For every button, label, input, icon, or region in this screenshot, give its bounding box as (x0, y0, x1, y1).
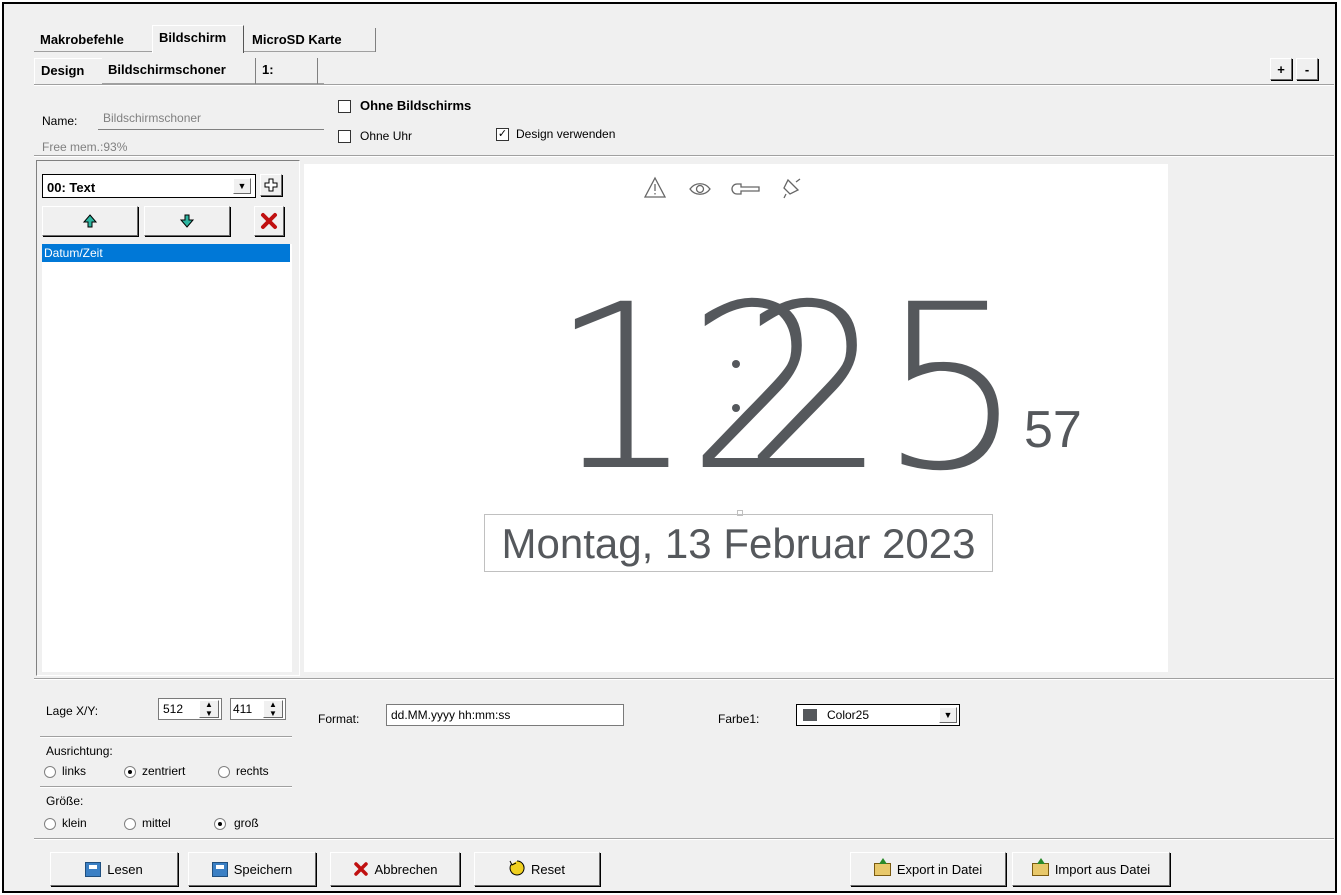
main-tabstrip: Makrobefehle Bildschirm MicroSD Karte (34, 25, 376, 53)
eye-icon (689, 183, 711, 195)
app-window: Makrobefehle Bildschirm MicroSD Karte De… (2, 2, 1337, 893)
preview-canvas[interactable]: 12 25 57 Montag, 13 Februar 2023 (304, 164, 1168, 672)
speichern-button-label: Speichern (233, 861, 293, 877)
farbe-select-value: Color25 (827, 708, 870, 722)
remove-screen-button[interactable]: - (1296, 58, 1318, 80)
abbrechen-button[interactable]: Abbrechen (330, 852, 460, 886)
farbe-label: Farbe1: (718, 712, 760, 726)
reset-icon (509, 860, 525, 876)
design-verwenden-label: Design verwenden (516, 127, 616, 141)
tab-microsd-karte[interactable]: MicroSD Karte (246, 28, 376, 52)
ausrichtung-rechts-label: rechts (236, 764, 269, 778)
move-down-button[interactable] (144, 206, 230, 236)
format-label: Format: (318, 712, 360, 726)
ausrichtung-links-radio[interactable] (44, 766, 56, 778)
reset-button-label: Reset (531, 861, 565, 877)
ausrichtung-zentriert-radio[interactable] (124, 766, 136, 778)
speichern-button[interactable]: Speichern (188, 852, 316, 886)
lage-y-spinner[interactable]: ▲ ▼ (263, 700, 283, 718)
lage-label: Lage X/Y: (46, 704, 99, 718)
delete-x-icon (261, 213, 277, 229)
lage-y-input[interactable]: 411 ▲ ▼ (230, 698, 286, 720)
export-folder-icon (873, 857, 891, 876)
status-icons (643, 176, 801, 199)
bell-icon (783, 178, 801, 199)
name-label: Name: (42, 114, 78, 128)
element-list[interactable]: Datum/Zeit (42, 244, 292, 672)
element-select[interactable]: 00: Text ▼ (42, 174, 256, 198)
format-input[interactable]: dd.MM.yyyy hh:mm:ss (386, 704, 624, 726)
color-swatch (803, 709, 817, 721)
add-element-button[interactable] (260, 174, 282, 196)
import-button-label: Import aus Datei (1054, 861, 1151, 877)
ausrichtung-label: Ausrichtung: (46, 744, 113, 758)
tab-bildschirmschoner[interactable]: Bildschirmschoner (102, 58, 256, 84)
export-button-label: Export in Datei (896, 861, 983, 877)
tab-makrobefehle[interactable]: Makrobefehle (34, 28, 154, 52)
groesse-gross-radio[interactable] (214, 818, 226, 830)
ohne-uhr-checkbox[interactable] (338, 130, 351, 143)
groesse-klein-radio[interactable] (44, 818, 56, 830)
farbe-select[interactable]: Color25 ▼ (796, 704, 960, 726)
export-button[interactable]: Export in Datei (850, 852, 1006, 886)
arrow-up-icon (82, 214, 98, 228)
sub-tabstrip: Design Bildschirmschoner 1: (34, 58, 324, 84)
cancel-x-icon (353, 862, 368, 876)
date-text[interactable]: Montag, 13 Februar 2023 (484, 514, 993, 572)
import-folder-icon (1031, 857, 1049, 876)
plus-icon (264, 178, 278, 192)
reset-button[interactable]: Reset (474, 852, 600, 886)
ausrichtung-rechts-radio[interactable] (218, 766, 230, 778)
add-screen-button[interactable]: + (1270, 58, 1292, 80)
groesse-label: Größe: (46, 794, 84, 808)
free-memory-text: Free mem.:93% (42, 140, 128, 154)
lesen-button[interactable]: Lesen (50, 852, 178, 886)
move-up-button[interactable] (42, 206, 138, 236)
lage-x-value: 512 (163, 702, 184, 716)
groesse-mittel-radio[interactable] (124, 818, 136, 830)
ohne-bildschirms-checkbox[interactable] (338, 100, 351, 113)
floppy-read-icon (85, 861, 102, 877)
wrench-icon (731, 183, 760, 195)
tab-1[interactable]: 1: (256, 58, 318, 84)
groesse-klein-label: klein (62, 816, 87, 830)
lage-x-input[interactable]: 512 ▲ ▼ (158, 698, 222, 720)
import-button[interactable]: Import aus Datei (1012, 852, 1170, 886)
lage-x-spinner[interactable]: ▲ ▼ (199, 700, 219, 718)
lesen-button-label: Lesen (107, 861, 143, 877)
abbrechen-button-label: Abbrechen (374, 861, 438, 877)
clock-minutes: 25 (742, 255, 1024, 521)
arrow-down-icon (179, 214, 195, 228)
list-item[interactable]: Datum/Zeit (42, 244, 290, 262)
floppy-save-icon (211, 861, 228, 877)
ohne-uhr-label: Ohne Uhr (360, 129, 413, 143)
name-input[interactable]: Bildschirmschoner (98, 106, 324, 130)
tab-bildschirm[interactable]: Bildschirm (152, 25, 244, 53)
element-select-dropdown-icon[interactable]: ▼ (233, 178, 251, 194)
groesse-gross-label: groß (234, 816, 259, 830)
ausrichtung-zentriert-label: zentriert (142, 764, 186, 778)
ausrichtung-links-label: links (62, 764, 87, 778)
name-input-value: Bildschirmschoner (103, 111, 202, 125)
ohne-bildschirms-label: Ohne Bildschirms (360, 98, 472, 113)
groesse-mittel-label: mittel (142, 816, 171, 830)
format-input-value: dd.MM.yyyy hh:mm:ss (391, 708, 511, 722)
lage-y-value: 411 (233, 702, 253, 716)
delete-element-button[interactable] (254, 206, 284, 236)
warning-icon (643, 176, 667, 198)
farbe-dropdown-icon[interactable]: ▼ (939, 707, 957, 723)
tab-design[interactable]: Design (34, 58, 102, 84)
design-verwenden-checkbox[interactable]: ✓ (496, 128, 509, 141)
clock-seconds: 57 (1024, 401, 1082, 459)
element-select-value: 00: Text (47, 180, 96, 195)
